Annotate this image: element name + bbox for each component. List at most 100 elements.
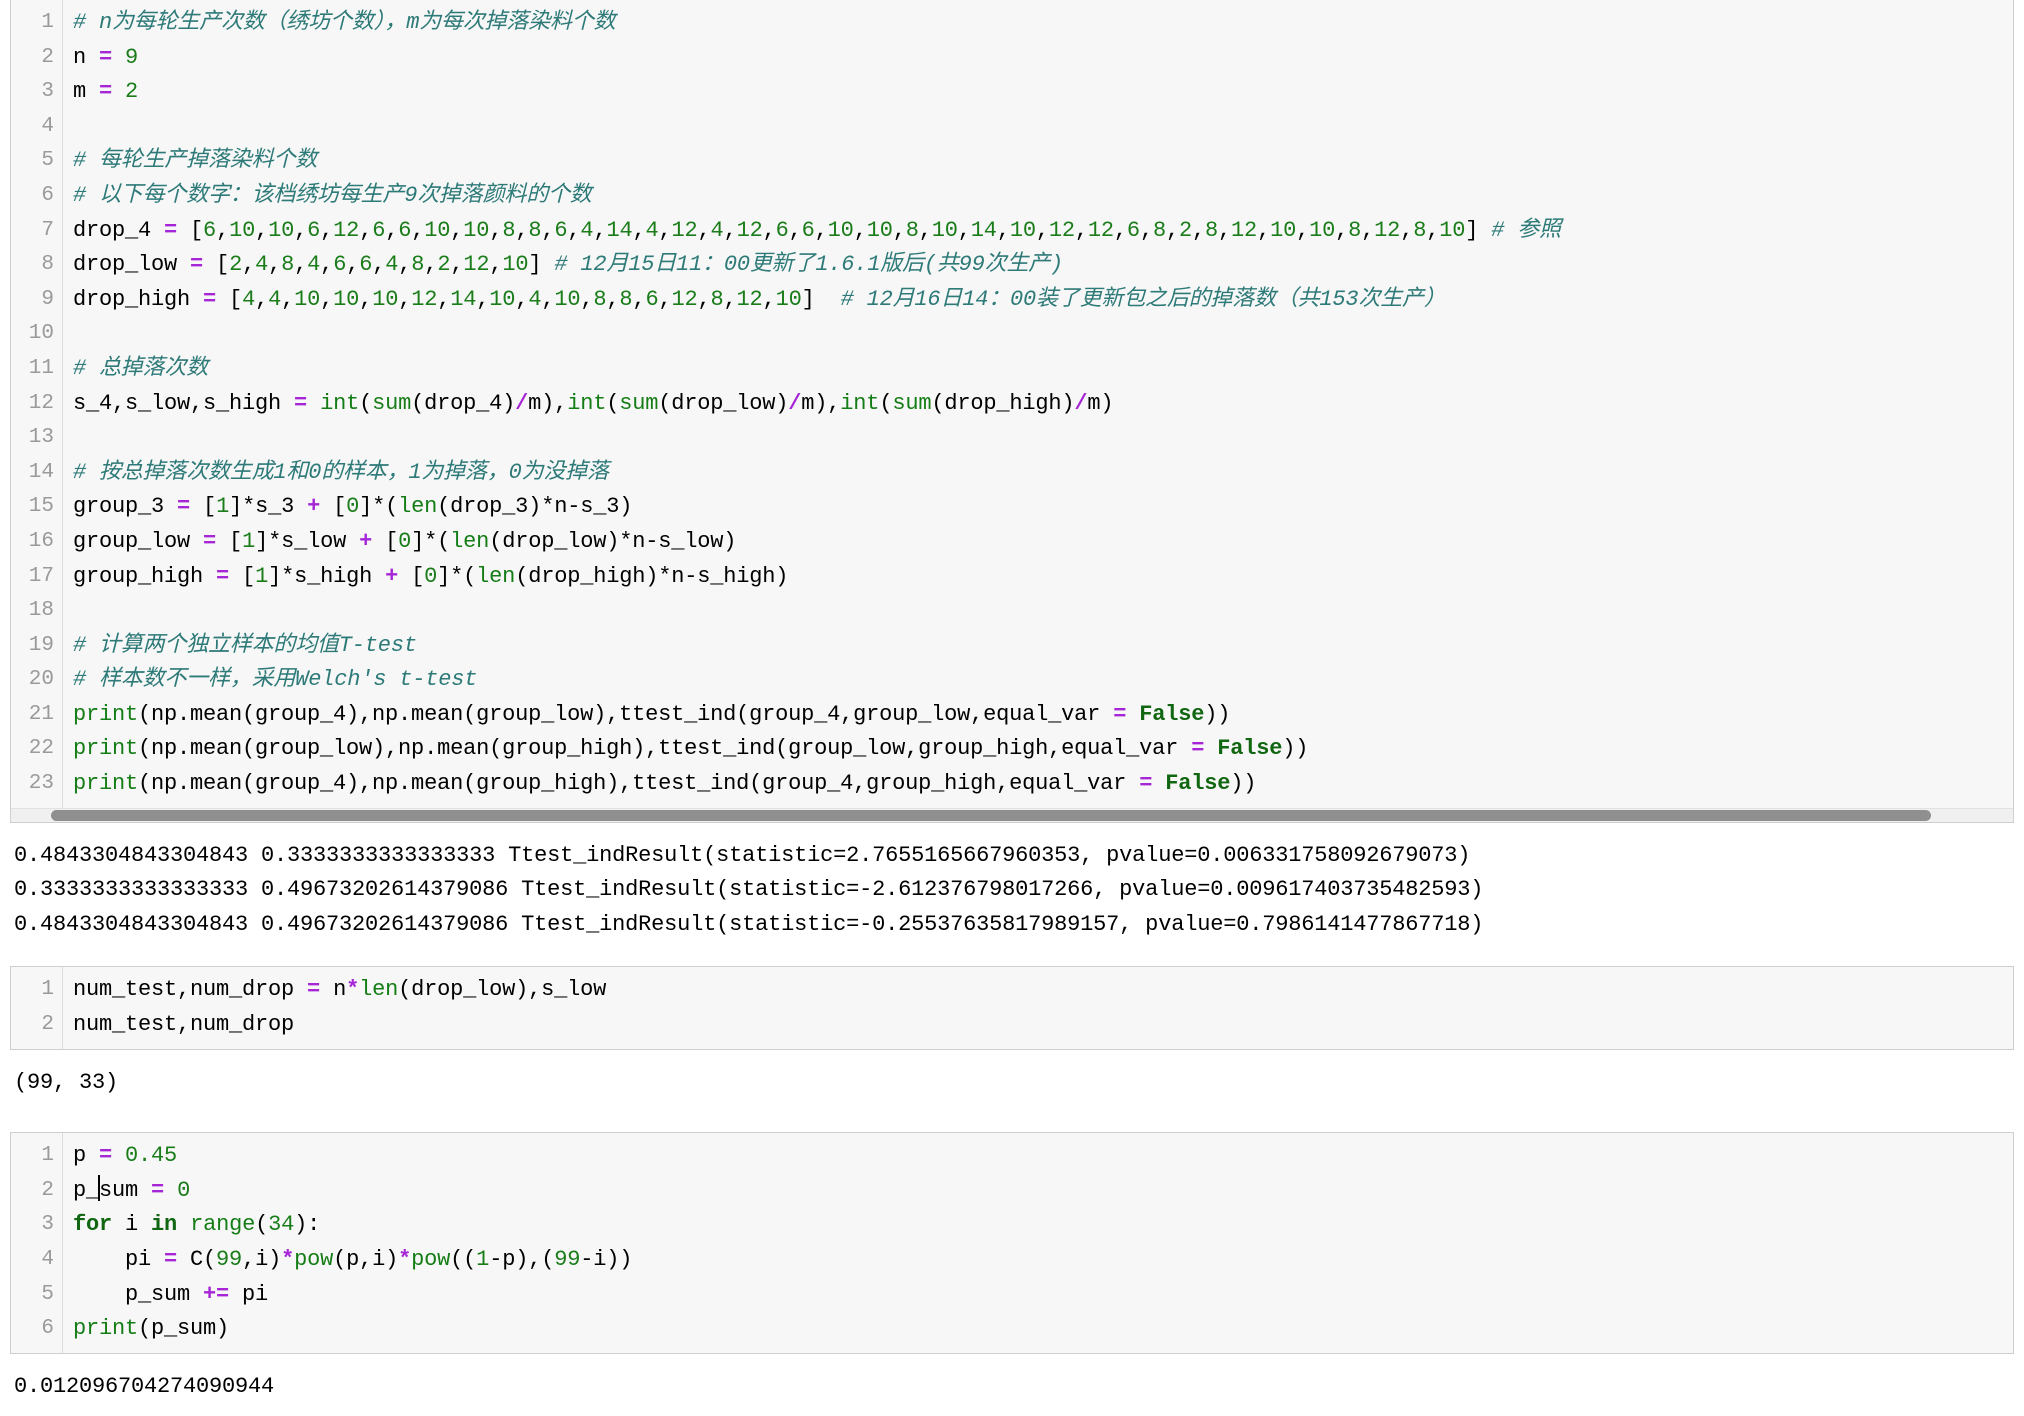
line-number: 16 bbox=[28, 529, 54, 553]
code-line[interactable]: group_low = [1]*s_low + [0]*(len(drop_lo… bbox=[73, 525, 2013, 560]
line-number: 8 bbox=[41, 253, 54, 277]
code-token: print bbox=[73, 736, 139, 762]
code-token: num_test,num_drop bbox=[73, 977, 308, 1003]
code-token: * bbox=[281, 1247, 295, 1272]
code-line[interactable]: p = 0.45 bbox=[73, 1139, 2013, 1174]
code-token: 8 bbox=[411, 252, 425, 278]
code-line[interactable] bbox=[73, 317, 2013, 352]
code-token: 4 bbox=[307, 252, 321, 278]
line-number: 18 bbox=[28, 599, 54, 623]
code-line[interactable]: print(np.mean(group_4),np.mean(group_hig… bbox=[73, 767, 2013, 802]
code-cell-1[interactable]: 1 2 3 4 5 6 7 8 9 10 11 12 13 14 15 16 17 18 19 20 21 22 23 # … bbox=[10, 0, 2014, 823]
code-token: , bbox=[294, 252, 308, 278]
code-line[interactable]: # n为每轮生产次数（绣坊个数），m为每次掉落染料个数 bbox=[73, 6, 2013, 41]
code-line[interactable]: # 以下每个数字：该档绣坊每生产9次掉落颜料的个数 bbox=[73, 179, 2013, 214]
code-token: print bbox=[73, 1316, 139, 1342]
code-token: , bbox=[424, 252, 438, 278]
code-token: 12 bbox=[736, 217, 763, 243]
code-line[interactable] bbox=[73, 594, 2013, 629]
code-token: , bbox=[294, 217, 308, 243]
code-line[interactable]: # 按总掉落次数生成1和0的样本，1为掉落，0为没掉落 bbox=[73, 456, 2013, 491]
output-line: 0.3333333333333333 0.49673202614379086 T… bbox=[14, 877, 1484, 903]
code-line[interactable]: s_4,s_low,s_high = int(sum(drop_4)/m),in… bbox=[73, 387, 2013, 422]
code-token: [ bbox=[372, 528, 399, 554]
code-line[interactable]: print(np.mean(group_4),np.mean(group_low… bbox=[73, 698, 2013, 733]
code-token: , bbox=[1165, 217, 1179, 243]
code-cell-3[interactable]: 123456 p = 0.45 p_sum = 0 for i in range(3… bbox=[10, 1132, 2014, 1354]
code-token: , bbox=[918, 217, 932, 243]
code-line[interactable] bbox=[73, 421, 2013, 456]
code-token: , bbox=[216, 217, 230, 243]
code-line[interactable]: p_sum = 0 bbox=[73, 1174, 2013, 1209]
line-number: 13 bbox=[28, 426, 54, 450]
line-number: 4 bbox=[41, 114, 54, 138]
code-line[interactable]: num_test,num_drop bbox=[73, 1008, 2013, 1043]
code-token: [ bbox=[398, 563, 425, 589]
code-token: = bbox=[216, 563, 230, 589]
code-line[interactable]: group_high = [1]*s_high + [0]*(len(drop_… bbox=[73, 560, 2013, 595]
code-token: , bbox=[372, 252, 386, 278]
code-token: , bbox=[762, 286, 776, 312]
code-token: , bbox=[411, 217, 425, 243]
code-token: , bbox=[788, 217, 802, 243]
code-token: 10 bbox=[827, 217, 854, 243]
code-token: (np.mean(group_low),np.mean(group_high),… bbox=[138, 736, 1192, 762]
output-line: 0.012096704274090944 bbox=[14, 1373, 275, 1399]
code-line[interactable]: num_test,num_drop = n*len(drop_low),s_lo… bbox=[73, 973, 2013, 1008]
code-token: ( bbox=[606, 390, 620, 416]
code-line[interactable]: drop_low = [2,4,8,4,6,6,4,8,2,12,10] # 1… bbox=[73, 248, 2013, 283]
code-line[interactable]: # 每轮生产掉落染料个数 bbox=[73, 144, 2013, 179]
code-token: 6 bbox=[775, 217, 789, 243]
code-token: (drop_3)*n bbox=[437, 494, 568, 520]
code-token: # 每轮生产掉落染料个数 bbox=[73, 148, 318, 174]
code-token: [ bbox=[320, 494, 347, 520]
code-token: (drop_high)*n bbox=[515, 563, 685, 589]
code-line[interactable]: # 样本数不一样，采用Welch's t-test bbox=[73, 663, 2013, 698]
code-token: = bbox=[203, 286, 217, 312]
code-line[interactable]: for i in range(34): bbox=[73, 1208, 2013, 1243]
scrollbar-thumb[interactable] bbox=[51, 809, 1931, 821]
code-token: 4 bbox=[242, 286, 256, 312]
code-line[interactable]: # 计算两个独立样本的均值T-test bbox=[73, 629, 2013, 664]
line-number: 6 bbox=[41, 183, 54, 207]
code-editor-2[interactable]: num_test,num_drop = n*len(drop_low),s_lo… bbox=[63, 967, 2013, 1048]
code-token: 10 bbox=[1270, 217, 1297, 243]
code-token: 10 bbox=[502, 252, 529, 278]
code-token: )) bbox=[1230, 771, 1257, 797]
code-line[interactable]: group_3 = [1]*s_3 + [0]*(len(drop_3)*n-s… bbox=[73, 490, 2013, 525]
code-line[interactable]: drop_high = [4,4,10,10,10,12,14,10,4,10,… bbox=[73, 283, 2013, 318]
code-token: 12 bbox=[1048, 217, 1075, 243]
code-editor-3[interactable]: p = 0.45 p_sum = 0 for i in range(34): pi … bbox=[63, 1133, 2013, 1353]
code-token: pi bbox=[229, 1281, 269, 1307]
line-number: 19 bbox=[28, 633, 54, 657]
code-token: (drop_high) bbox=[931, 390, 1075, 416]
code-token: , bbox=[515, 286, 529, 312]
code-token: 8 bbox=[502, 217, 516, 243]
code-token: 12 bbox=[463, 252, 490, 278]
code-line[interactable]: m = 2 bbox=[73, 75, 2013, 110]
line-number: 7 bbox=[41, 218, 54, 242]
code-line[interactable]: n = 9 bbox=[73, 41, 2013, 76]
code-line[interactable] bbox=[73, 110, 2013, 145]
code-token: 4 bbox=[528, 286, 542, 312]
code-line[interactable]: print(np.mean(group_low),np.mean(group_h… bbox=[73, 732, 2013, 767]
code-token: m) bbox=[1087, 390, 1114, 416]
code-token: , bbox=[567, 217, 581, 243]
code-line[interactable]: p_sum += pi bbox=[73, 1278, 2013, 1313]
line-number-gutter-1: 1 2 3 4 5 6 7 8 9 10 11 12 13 14 15 16 17 18 19 20 21 22 23 bbox=[11, 0, 63, 808]
code-line[interactable]: drop_4 = [6,10,10,6,12,6,6,10,10,8,8,6,4… bbox=[73, 214, 2013, 249]
code-editor-1[interactable]: # n为每轮生产次数（绣坊个数），m为每次掉落染料个数 n = 9m = 2 # … bbox=[63, 0, 2013, 808]
code-line[interactable]: print(p_sum) bbox=[73, 1312, 2013, 1347]
horizontal-scrollbar[interactable] bbox=[11, 807, 2013, 822]
code-token: len bbox=[476, 563, 516, 589]
code-cell-2[interactable]: 12 num_test,num_drop = n*len(drop_low),s… bbox=[10, 966, 2014, 1050]
code-line[interactable]: pi = C(99,i)*pow(p,i)*pow((1-p),(99-i)) bbox=[73, 1243, 2013, 1278]
code-line[interactable]: # 总掉落次数 bbox=[73, 352, 2013, 387]
code-token: , bbox=[853, 217, 867, 243]
code-token: False bbox=[1139, 701, 1205, 727]
cell-output-3: 0.012096704274090944 bbox=[0, 1354, 2024, 1416]
code-token: i)) bbox=[593, 1247, 633, 1272]
code-token: 1 bbox=[242, 528, 256, 554]
